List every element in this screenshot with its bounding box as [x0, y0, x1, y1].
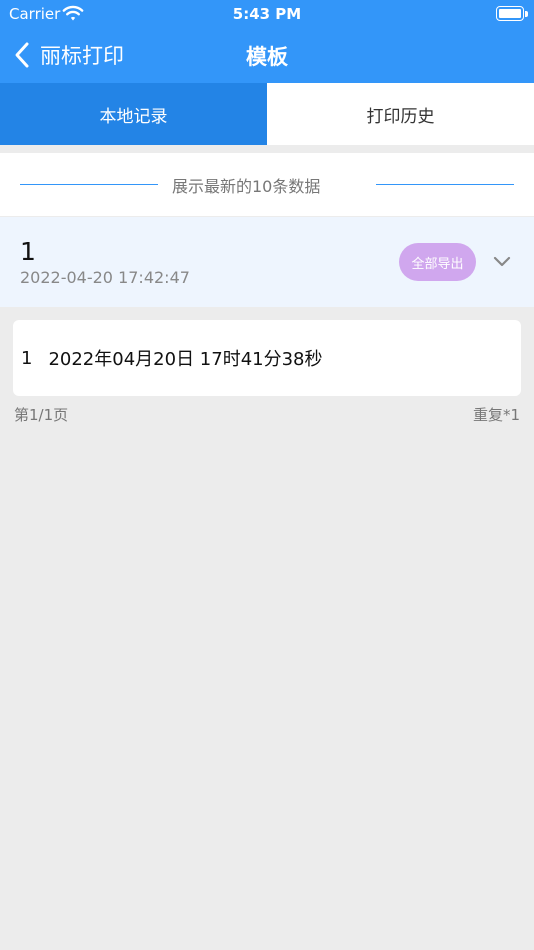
page-indicator: 第1/1页 [14, 406, 69, 424]
status-time: 5:43 PM [232, 5, 302, 23]
status-bar: Carrier 5:43 PM [0, 0, 534, 28]
export-all-button[interactable]: 全部导出 [399, 243, 476, 281]
divider-left [20, 184, 158, 185]
divider-right [376, 184, 514, 185]
chevron-down-icon[interactable] [492, 254, 512, 270]
item-index: 1 [21, 347, 33, 369]
record-header[interactable]: 1 2022-04-20 17:42:47 全部导出 [0, 217, 534, 307]
tab-local-records[interactable]: 本地记录 [0, 83, 267, 145]
page-title: 模板 [246, 45, 288, 69]
record-number: 1 [20, 237, 36, 266]
item-text: 2022年04月20日 17时41分38秒 [48, 349, 323, 370]
info-banner: 展示最新的10条数据 [0, 153, 534, 216]
battery-icon [496, 6, 528, 21]
list-item[interactable]: 1 2022年04月20日 17时41分38秒 [13, 320, 521, 396]
info-text: 展示最新的10条数据 [172, 176, 321, 196]
repeat-count: 重复*1 [472, 406, 520, 424]
record-datetime: 2022-04-20 17:42:47 [20, 268, 190, 287]
tab-print-history[interactable]: 打印历史 [267, 83, 534, 145]
tab-bar: 本地记录 打印历史 [0, 83, 534, 145]
top-bar: Carrier 5:43 PM 丽标打印 模板 [0, 0, 534, 84]
